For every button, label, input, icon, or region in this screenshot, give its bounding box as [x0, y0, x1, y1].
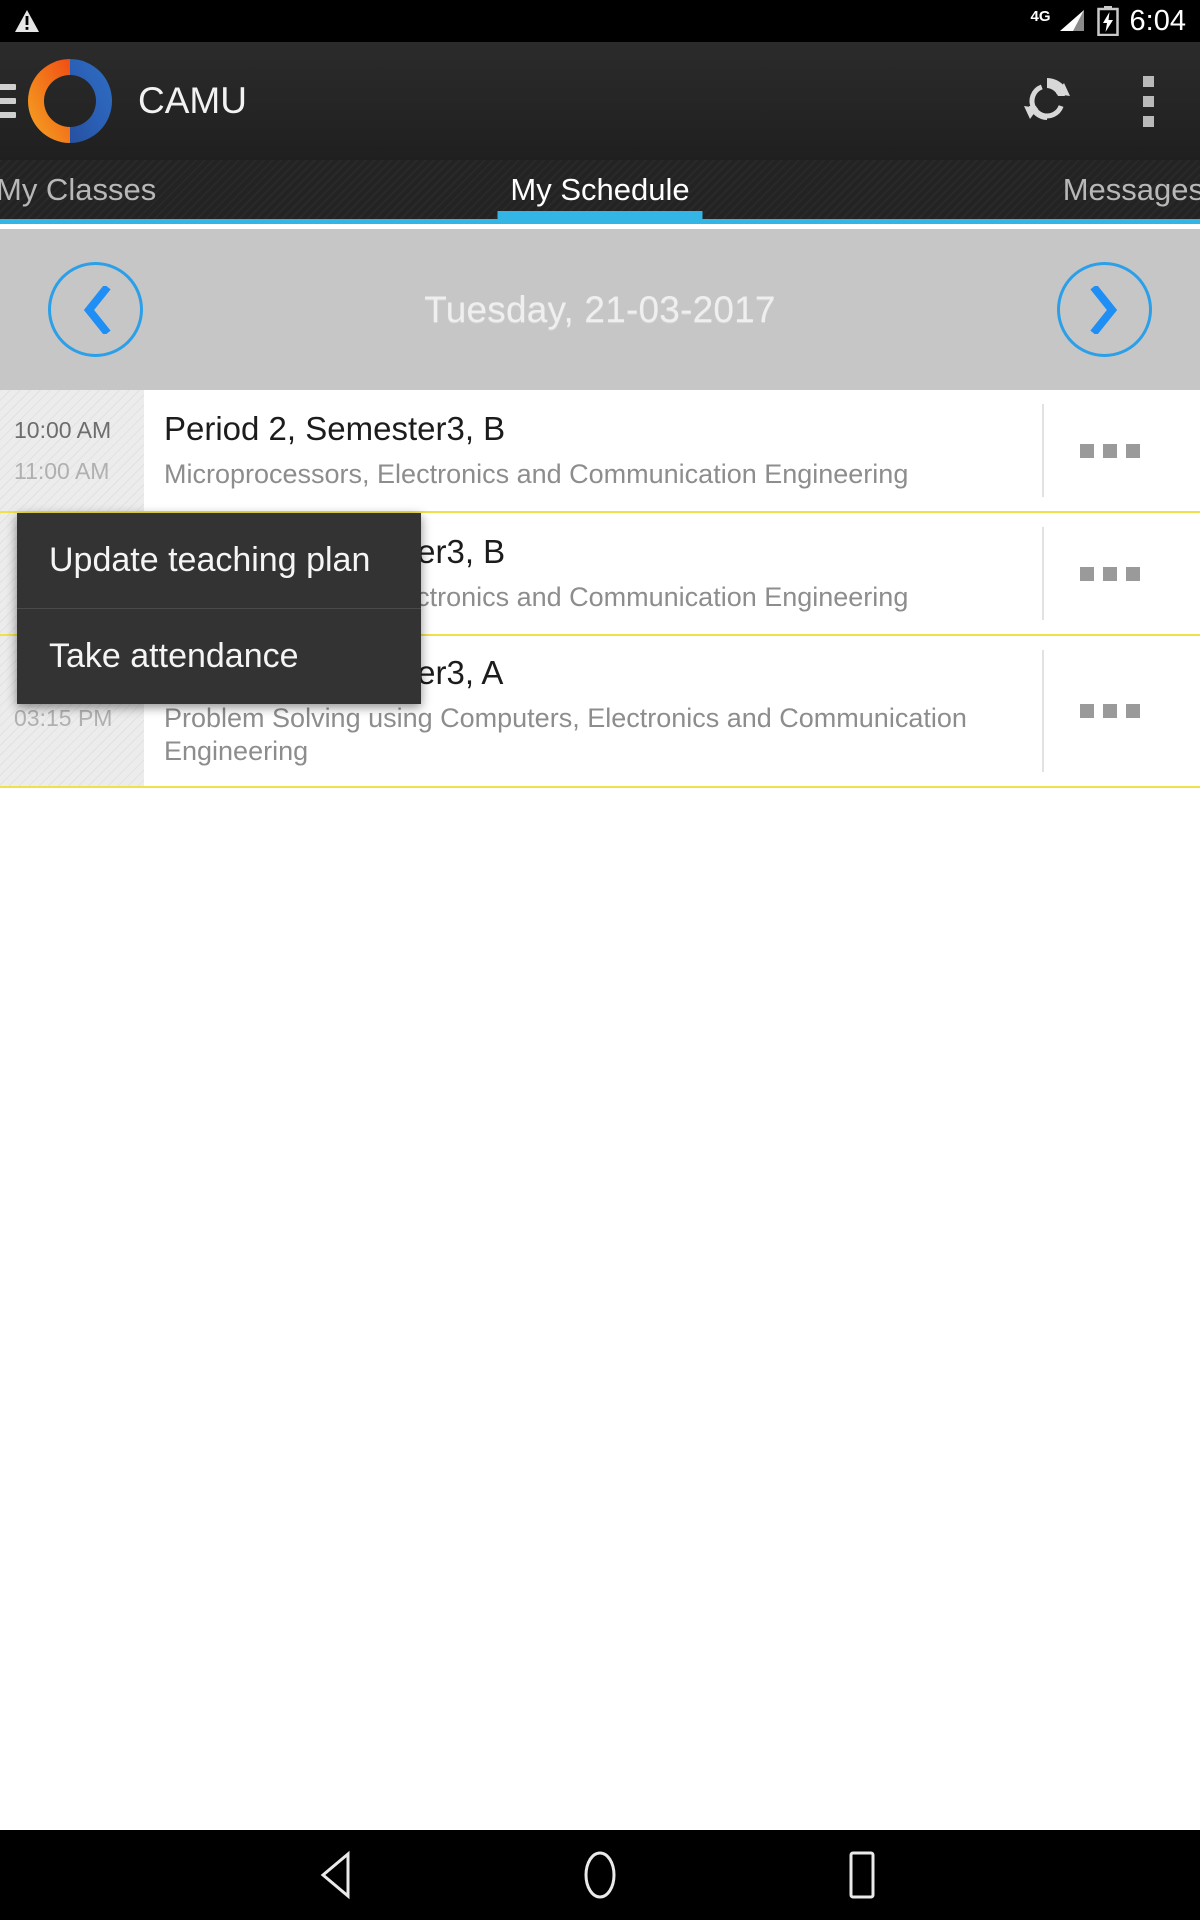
context-menu-item-label: Update teaching plan [49, 541, 371, 579]
row-overflow-dots [1080, 704, 1140, 719]
tab-label: My Classes [0, 171, 157, 207]
action-bar: CAMU [0, 42, 1200, 160]
context-menu-item-label: Take attendance [49, 637, 299, 675]
tab-messages[interactable]: Messages [800, 160, 1200, 219]
action-bar-actions [1020, 70, 1200, 133]
row-subtitle: Problem Solving using Computers, Electro… [164, 703, 967, 767]
android-navigation-bar [0, 1830, 1200, 1920]
row-overflow-dots [1080, 566, 1140, 581]
camu-ring-logo [24, 55, 116, 147]
tab-bar: My Classes My Schedule Messages [0, 160, 1200, 224]
back-triangle-icon[interactable] [307, 1844, 369, 1906]
network-type-label: 4G [1030, 7, 1051, 25]
tab-my-classes[interactable]: My Classes [0, 160, 400, 219]
chevron-right-icon [1089, 283, 1120, 336]
app-root: 4G 6:04 CAMU My Classes My Schedule Mess… [0, 0, 1200, 1920]
overflow-menu-icon[interactable] [1134, 70, 1162, 133]
tab-my-schedule[interactable]: My Schedule [400, 160, 800, 219]
row-end-time: 03:15 PM [14, 704, 113, 731]
hamburger-menu-icon[interactable] [0, 84, 16, 118]
current-date-label: Tuesday, 21-03-2017 [424, 288, 776, 330]
context-menu-item-take-attendance[interactable]: Take attendance [17, 609, 421, 704]
row-overflow-icon[interactable] [1020, 513, 1200, 634]
previous-day-button[interactable] [48, 262, 143, 357]
row-start-time: 10:00 AM [14, 416, 112, 443]
status-bar-clock: 6:04 [1129, 4, 1186, 37]
row-subtitle: Microprocessors, Electronics and Communi… [164, 459, 909, 490]
row-time-column: 10:00 AM 11:00 AM [0, 390, 144, 511]
home-circle-icon[interactable] [569, 1844, 631, 1906]
row-title: Period 2, Semester3, B [164, 409, 506, 447]
app-title: CAMU [138, 80, 247, 121]
signal-bars-icon [1058, 9, 1086, 33]
row-end-time: 11:00 AM [14, 457, 110, 484]
tab-label: Messages [1062, 171, 1200, 207]
context-menu-item-update-teaching-plan[interactable]: Update teaching plan [17, 513, 421, 608]
row-overflow-dots [1080, 443, 1140, 458]
tab-label: My Schedule [510, 171, 690, 207]
row-body: Period 2, Semester3, B Microprocessors, … [144, 390, 1020, 511]
row-overflow-icon[interactable] [1020, 636, 1200, 786]
date-navigation-bar: Tuesday, 21-03-2017 [0, 229, 1200, 390]
next-day-button[interactable] [1057, 262, 1152, 357]
recents-square-icon[interactable] [831, 1844, 893, 1906]
status-bar: 4G 6:04 [0, 0, 1200, 42]
context-menu: Update teaching plan Take attendance [17, 513, 421, 704]
sync-refresh-icon[interactable] [1020, 74, 1074, 128]
row-overflow-icon[interactable] [1020, 390, 1200, 511]
table-row[interactable]: 10:00 AM 11:00 AM Period 2, Semester3, B… [0, 390, 1200, 513]
battery-charging-icon [1096, 6, 1119, 37]
warning-triangle-icon [14, 9, 40, 33]
status-bar-left [14, 9, 40, 33]
status-bar-right: 4G 6:04 [1031, 5, 1186, 38]
chevron-left-icon [81, 283, 111, 336]
